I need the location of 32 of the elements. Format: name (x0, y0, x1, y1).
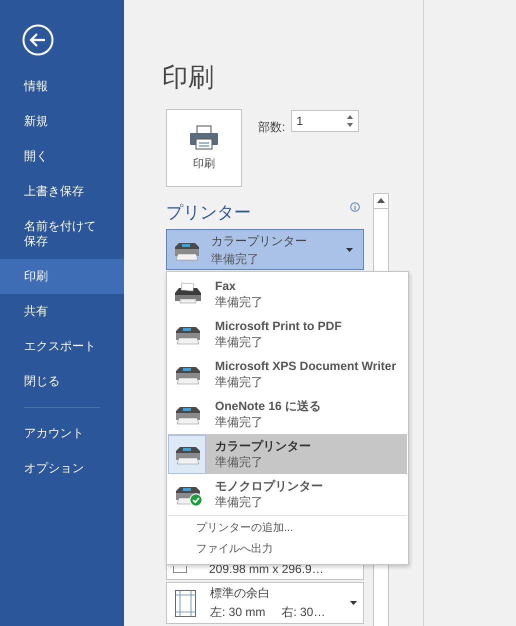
caret-icon (350, 601, 357, 605)
printer-option[interactable]: モノクロプリンター 準備完了 (168, 474, 407, 514)
menu-item[interactable]: 印刷 (0, 259, 124, 294)
menu-item[interactable]: エクスポート (0, 329, 124, 364)
menu-item[interactable]: 共有 (0, 294, 124, 329)
section-heading: プリンター (166, 202, 251, 224)
printer-option[interactable]: OneNote 16 に送る 準備完了 (168, 394, 407, 434)
menu-item[interactable]: 閉じる (0, 364, 124, 399)
printer-icon (189, 125, 219, 150)
printer-dropdown[interactable]: カラープリンター 準備完了 (166, 229, 364, 270)
back-icon[interactable] (22, 24, 54, 56)
menu-item[interactable]: 上書き保存 (0, 174, 124, 209)
menu-item[interactable]: アカウント (0, 416, 124, 451)
copies-label: 部数: (258, 119, 286, 136)
copies-field[interactable]: 1 (291, 110, 360, 132)
page-title: 印刷 (162, 61, 215, 94)
menu-action[interactable]: プリンターの追加... (168, 518, 407, 539)
caret-icon (346, 248, 353, 252)
menu-item[interactable]: 情報 (0, 69, 124, 104)
printer-option[interactable]: Microsoft XPS Document Writer 準備完了 (168, 354, 407, 394)
print-button[interactable]: 印刷 (166, 109, 242, 187)
info-icon[interactable] (350, 202, 360, 212)
printer-option[interactable]: Microsoft Print to PDF 準備完了 (168, 314, 407, 354)
menu-item[interactable]: 開く (0, 139, 124, 174)
margins-icon (175, 590, 196, 616)
menu-item[interactable]: オプション (0, 451, 124, 486)
menu-item[interactable]: 新規 (0, 104, 124, 139)
spinner-icon[interactable] (346, 114, 354, 128)
printer-option[interactable]: カラープリンター 準備完了 (168, 434, 407, 474)
menu-item[interactable]: 名前を付けて保存 (0, 209, 124, 259)
margins-dropdown[interactable]: 標準の余白 左: 30 mm 右: 30… (166, 582, 364, 624)
printer-option[interactable]: Fax 準備完了 (168, 274, 407, 314)
